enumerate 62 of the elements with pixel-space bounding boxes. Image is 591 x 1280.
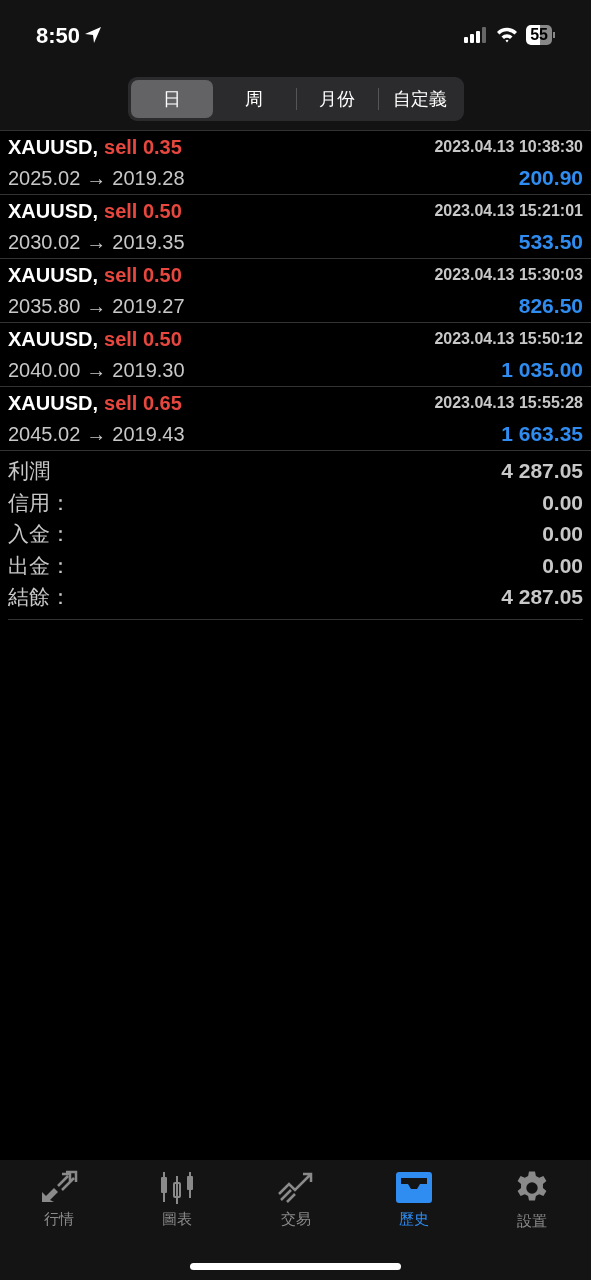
arrow-glyph: → xyxy=(86,357,107,383)
period-tab[interactable]: 日 xyxy=(130,80,213,118)
open-price: 2045.02 xyxy=(8,421,81,447)
symbol: XAUUSD, xyxy=(8,390,98,416)
summary-label: 入金： xyxy=(8,521,71,547)
profit: 826.50 xyxy=(518,292,583,319)
profit: 1 035.00 xyxy=(501,356,583,383)
trend-arrow-icon xyxy=(276,1170,315,1204)
arrow-glyph: → xyxy=(86,165,107,191)
summary-value: 0.00 xyxy=(542,521,583,547)
tab-bar-item[interactable]: 行情 xyxy=(0,1160,119,1233)
arrows-icon xyxy=(40,1170,79,1204)
deal-time: 2023.04.13 10:38:30 xyxy=(434,136,583,157)
summary-label: 出金： xyxy=(8,552,71,579)
summary-label: 信用： xyxy=(8,489,71,516)
deal-time: 2023.04.13 15:30:03 xyxy=(434,264,583,285)
tab-bar-item[interactable]: 圖表 xyxy=(118,1160,237,1233)
tab-bar-item[interactable]: 歷史 xyxy=(354,1160,473,1233)
deal-type: sell 0.50 xyxy=(104,198,182,224)
summary-value: 4 287.05 xyxy=(501,584,583,610)
deal-type: sell 0.65 xyxy=(104,390,182,416)
summary-value: 0.00 xyxy=(542,489,583,516)
deal-type: sell 0.50 xyxy=(104,262,182,288)
symbol: XAUUSD, xyxy=(8,262,98,288)
arrow-glyph: → xyxy=(86,229,107,255)
open-price: 2025.02 xyxy=(8,165,81,191)
wifi-icon xyxy=(496,27,519,43)
signal-icon xyxy=(464,27,489,43)
battery-level: 55 xyxy=(526,25,552,45)
clock: 8:50 xyxy=(36,21,81,50)
close-price: 2019.30 xyxy=(112,357,185,383)
deal-time: 2023.04.13 15:21:01 xyxy=(434,200,583,221)
period-tab[interactable]: 自定義 xyxy=(379,80,461,118)
arrow-glyph: → xyxy=(86,293,107,319)
arrow-glyph: → xyxy=(86,421,107,447)
summary-label: 結餘： xyxy=(8,584,71,610)
deal-type: sell 0.35 xyxy=(104,134,182,160)
summary-label: 利潤 xyxy=(8,458,50,484)
inbox-tray-icon xyxy=(394,1170,433,1204)
deal-type: sell 0.50 xyxy=(104,326,182,352)
open-price: 2040.00 xyxy=(8,357,81,383)
symbol: XAUUSD, xyxy=(8,326,98,352)
close-price: 2019.27 xyxy=(112,293,185,319)
summary-value: 0.00 xyxy=(542,552,583,579)
location-arrow-icon xyxy=(84,26,103,44)
profit: 1 663.35 xyxy=(501,420,583,447)
period-tab[interactable]: 月份 xyxy=(296,80,378,118)
close-price: 2019.35 xyxy=(112,229,185,255)
symbol: XAUUSD, xyxy=(8,198,98,224)
open-price: 2030.02 xyxy=(8,229,81,255)
profit: 200.90 xyxy=(518,164,583,191)
close-price: 2019.28 xyxy=(112,165,185,191)
period-tab[interactable]: 周 xyxy=(213,80,296,118)
profit: 533.50 xyxy=(518,228,583,255)
close-price: 2019.43 xyxy=(112,421,185,447)
symbol: XAUUSD, xyxy=(8,134,98,160)
deal-time: 2023.04.13 15:50:12 xyxy=(434,328,583,349)
tab-bar-item[interactable]: 交易 xyxy=(236,1160,355,1233)
deal-time: 2023.04.13 15:55:28 xyxy=(434,392,583,413)
summary-value: 4 287.05 xyxy=(501,458,583,484)
open-price: 2035.80 xyxy=(8,293,81,319)
tab-bar-item[interactable]: 設置 xyxy=(472,1160,591,1233)
